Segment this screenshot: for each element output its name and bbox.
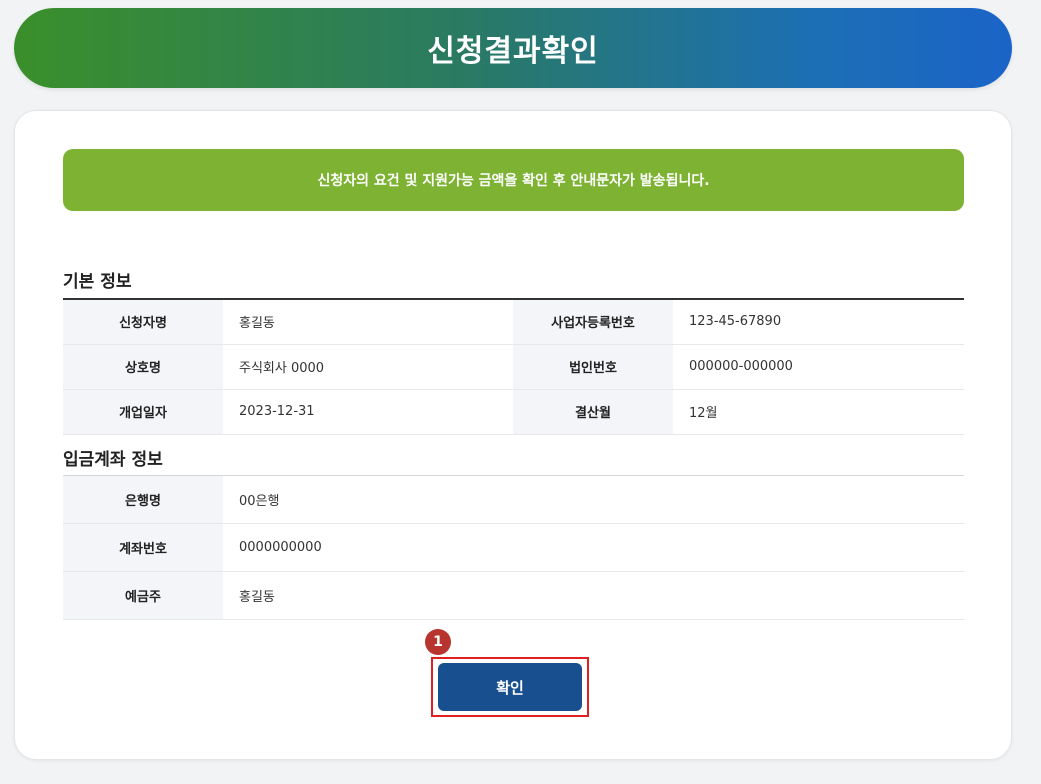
table-row: 상호명 주식회사 0000 법인번호 000000-000000 (63, 344, 964, 390)
applicant-name-label: 신청자명 (63, 299, 223, 345)
basic-info-title: 기본 정보 (63, 272, 132, 292)
table-row: 예금주 홍길동 (63, 571, 964, 620)
table-row: 은행명 00은행 (63, 475, 964, 524)
account-number-value: 0000000000 (223, 523, 964, 572)
opening-date-value: 2023-12-31 (223, 389, 513, 435)
notice-banner: 신청자의 요건 및 지원가능 금액을 확인 후 안내문자가 발송됩니다. (63, 149, 964, 211)
company-name-value: 주식회사 0000 (223, 344, 513, 390)
opening-date-label: 개업일자 (63, 389, 223, 435)
applicant-name-value: 홍길동 (223, 299, 513, 345)
account-info-table: 은행명 00은행 계좌번호 0000000000 예금주 홍길동 (63, 475, 964, 620)
table-row: 계좌번호 0000000000 (63, 523, 964, 572)
table-row: 개업일자 2023-12-31 결산월 12월 (63, 389, 964, 435)
account-info-title: 입금계좌 정보 (63, 450, 163, 470)
corporate-number-label: 법인번호 (513, 344, 673, 390)
notice-text: 신청자의 요건 및 지원가능 금액을 확인 후 안내문자가 발송됩니다. (317, 173, 710, 189)
page-title: 신청결과확인 (427, 34, 599, 69)
confirm-button[interactable]: 확인 (438, 663, 582, 711)
corporate-number-value: 000000-000000 (673, 344, 964, 390)
bank-name-label: 은행명 (63, 475, 223, 524)
account-holder-label: 예금주 (63, 571, 223, 620)
bank-name-value: 00은행 (223, 475, 964, 524)
business-number-value: 123-45-67890 (673, 299, 964, 345)
step-number-badge: 1 (425, 629, 451, 655)
business-number-label: 사업자등록번호 (513, 299, 673, 345)
basic-info-table: 신청자명 홍길동 사업자등록번호 123-45-67890 상호명 주식회사 0… (63, 298, 964, 435)
account-number-label: 계좌번호 (63, 523, 223, 572)
company-name-label: 상호명 (63, 344, 223, 390)
table-row: 신청자명 홍길동 사업자등록번호 123-45-67890 (63, 299, 964, 345)
account-holder-value: 홍길동 (223, 571, 964, 620)
settlement-month-value: 12월 (673, 389, 964, 435)
page-header: 신청결과확인 (14, 8, 1012, 88)
settlement-month-label: 결산월 (513, 389, 673, 435)
confirm-highlight-box: 확인 (431, 657, 589, 717)
result-card: 신청자의 요건 및 지원가능 금액을 확인 후 안내문자가 발송됩니다. 기본 … (14, 110, 1012, 760)
